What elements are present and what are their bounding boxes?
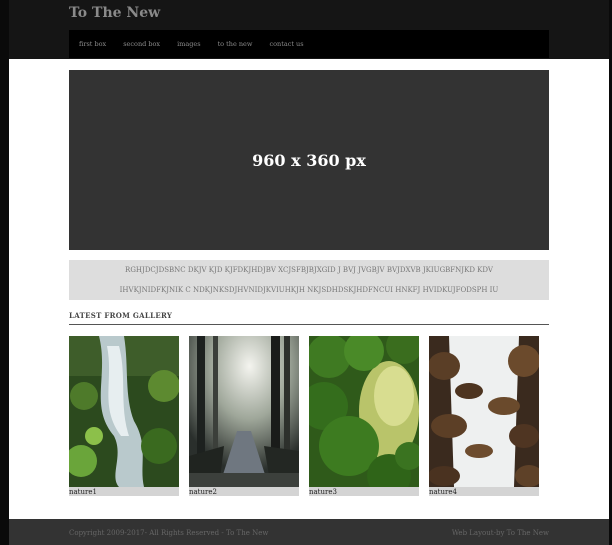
footer-credit[interactable]: Web Layout-by To The New bbox=[452, 529, 549, 537]
gallery-caption: nature1 bbox=[69, 487, 179, 496]
gallery-image-nature2[interactable] bbox=[189, 336, 299, 487]
gallery-image-nature1[interactable] bbox=[69, 336, 179, 487]
gallery-image-nature4[interactable] bbox=[429, 336, 539, 487]
gallery-item[interactable]: nature3 bbox=[309, 336, 419, 496]
text-box: RGHJDCJDSBNC DKJV KJD KJFDKJHDJBV XCJSFB… bbox=[69, 260, 549, 300]
nav-second-box[interactable]: second box bbox=[123, 40, 160, 48]
footer: Copyright 2009-2017- All Rights Reserved… bbox=[9, 519, 609, 545]
nav-to-the-new[interactable]: to the new bbox=[218, 40, 253, 48]
site-title[interactable]: To The New bbox=[69, 5, 160, 21]
footer-copyright: Copyright 2009-2017- All Rights Reserved… bbox=[69, 529, 269, 537]
gallery-heading: LATEST FROM GALLERY bbox=[69, 311, 173, 320]
gallery-caption: nature2 bbox=[189, 487, 299, 496]
gallery-image-nature3[interactable] bbox=[309, 336, 419, 487]
gallery-item[interactable]: nature4 bbox=[429, 336, 539, 496]
text-line-2: IHVKJNIDFKJNIK C NDKJNKSDJHVNIDJKVIUHKJH… bbox=[119, 286, 499, 294]
hero-placeholder: 960 x 360 px bbox=[69, 70, 549, 250]
page: To The New first box second box images t… bbox=[9, 0, 609, 545]
nav-first-box[interactable]: first box bbox=[79, 40, 106, 48]
nav-images[interactable]: images bbox=[177, 40, 200, 48]
gallery-item[interactable]: nature2 bbox=[189, 336, 299, 496]
nav-contact-us[interactable]: contact us bbox=[269, 40, 303, 48]
gallery-caption: nature3 bbox=[309, 487, 419, 496]
text-line-1: RGHJDCJDSBNC DKJV KJD KJFDKJHDJBV XCJSFB… bbox=[125, 266, 493, 274]
header: To The New first box second box images t… bbox=[9, 0, 609, 59]
gallery-caption: nature4 bbox=[429, 487, 539, 496]
main-nav: first box second box images to the new c… bbox=[69, 30, 549, 58]
hero-label: 960 x 360 px bbox=[252, 150, 366, 170]
gallery-divider bbox=[69, 324, 549, 325]
gallery-item[interactable]: nature1 bbox=[69, 336, 179, 496]
